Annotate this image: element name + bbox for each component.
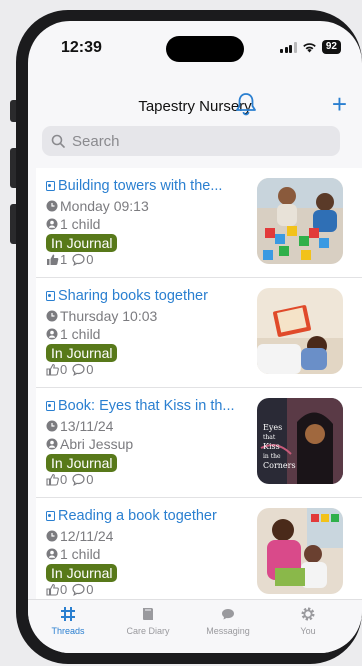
observation-title[interactable]: Sharing books together [46,288,251,304]
comment-icon [72,363,85,376]
observation-title[interactable]: Building towers with the... [46,178,251,194]
status-time: 12:39 [61,39,102,56]
comment-icon [72,253,85,266]
book-cover-text: Eyes [263,423,282,432]
wifi-icon [303,42,316,52]
child-icon [46,218,58,230]
dynamic-island [166,36,244,62]
comment-icon [72,583,85,596]
tab-care-diary[interactable]: Care Diary [108,606,188,636]
comment-count: 0 [86,362,94,377]
search-bar[interactable]: Search [42,126,340,156]
like-count: 0 [60,362,68,377]
mute-switch [10,100,16,122]
reactions: 0 0 [46,472,98,487]
svg-text:Corners: Corners [263,461,296,470]
list-item[interactable]: Book: Eyes that Kiss in th... 13/11/24 A… [36,388,362,498]
volume-up-button [10,148,16,188]
thumbs-up-icon [46,363,59,376]
reactions: 0 0 [46,582,98,597]
observation-list: Building towers with the... Monday 09:13… [36,168,362,608]
thumbs-up-icon [47,254,59,265]
like-count: 0 [60,472,68,487]
status-badge: In Journal [46,564,118,582]
chat-bubble-icon [222,609,234,620]
clock-icon [46,420,58,432]
observation-photo-reading-book[interactable] [257,508,343,594]
tab-messaging[interactable]: Messaging [188,606,268,636]
observation-date: 13/11/24 [46,418,113,434]
clock-icon [46,530,58,542]
comment-count: 0 [86,582,94,597]
child-icon [46,548,58,560]
observation-title[interactable]: Reading a book together [46,508,251,524]
clock-icon [46,310,58,322]
reactions: 1 0 [46,252,98,267]
thumbs-up-icon [46,473,59,486]
like-count: 0 [60,582,68,597]
observation-icon [46,401,55,411]
page-title: Tapestry Nursery [138,98,252,115]
volume-down-button [10,204,16,244]
observation-icon [46,181,55,191]
observation-photo-building-towers[interactable] [257,178,343,264]
search-input[interactable]: Search [72,133,120,150]
svg-text:that: that [263,434,276,441]
screen: 12:39 92 Tapestry Nursery + Search Build… [28,21,362,653]
bell-icon[interactable] [233,91,259,117]
gear-icon [301,607,315,621]
reactions: 0 0 [46,362,98,377]
comment-icon [72,473,85,486]
threads-icon [61,607,75,621]
observation-date: Monday 09:13 [46,198,149,214]
list-item[interactable]: Sharing books together Thursday 10:03 1 … [36,278,362,388]
book-icon [143,608,153,620]
search-icon [51,134,65,148]
observation-photo-book-cover[interactable]: Eyes that Kiss in the Corners [257,398,343,484]
observation-children: 1 child [46,326,100,342]
status-badge: In Journal [46,454,118,472]
list-item[interactable]: Building towers with the... Monday 09:13… [36,168,362,278]
add-button[interactable]: + [332,91,347,117]
status-icons: 92 [280,40,341,54]
phone-frame: 12:39 92 Tapestry Nursery + Search Build… [10,10,362,664]
battery-indicator: 92 [321,40,341,54]
thumbs-up-icon [46,583,59,596]
svg-text:in the: in the [263,453,281,460]
svg-text:Kiss: Kiss [263,442,280,451]
status-badge: In Journal [46,344,118,362]
like-count: 1 [60,252,68,267]
tab-you[interactable]: You [268,606,348,636]
observation-date: Thursday 10:03 [46,308,157,324]
observation-title[interactable]: Book: Eyes that Kiss in th... [46,398,251,414]
child-icon [46,328,58,340]
tab-bar: Threads Care Diary Messaging You [28,599,362,653]
status-badge: In Journal [46,234,118,252]
observation-photo-sharing-books[interactable] [257,288,343,374]
comment-count: 0 [86,252,94,267]
observation-children: 1 child [46,546,100,562]
comment-count: 0 [86,472,94,487]
clock-icon [46,200,58,212]
observation-date: 12/11/24 [46,528,113,544]
signal-icon [280,41,297,53]
observation-icon [46,291,55,301]
child-icon [46,438,58,450]
tab-threads[interactable]: Threads [28,606,108,636]
list-item[interactable]: Reading a book together 12/11/24 1 child… [36,498,362,608]
observation-children: 1 child [46,216,100,232]
observation-children: Abri Jessup [46,436,133,452]
observation-icon [46,511,55,521]
